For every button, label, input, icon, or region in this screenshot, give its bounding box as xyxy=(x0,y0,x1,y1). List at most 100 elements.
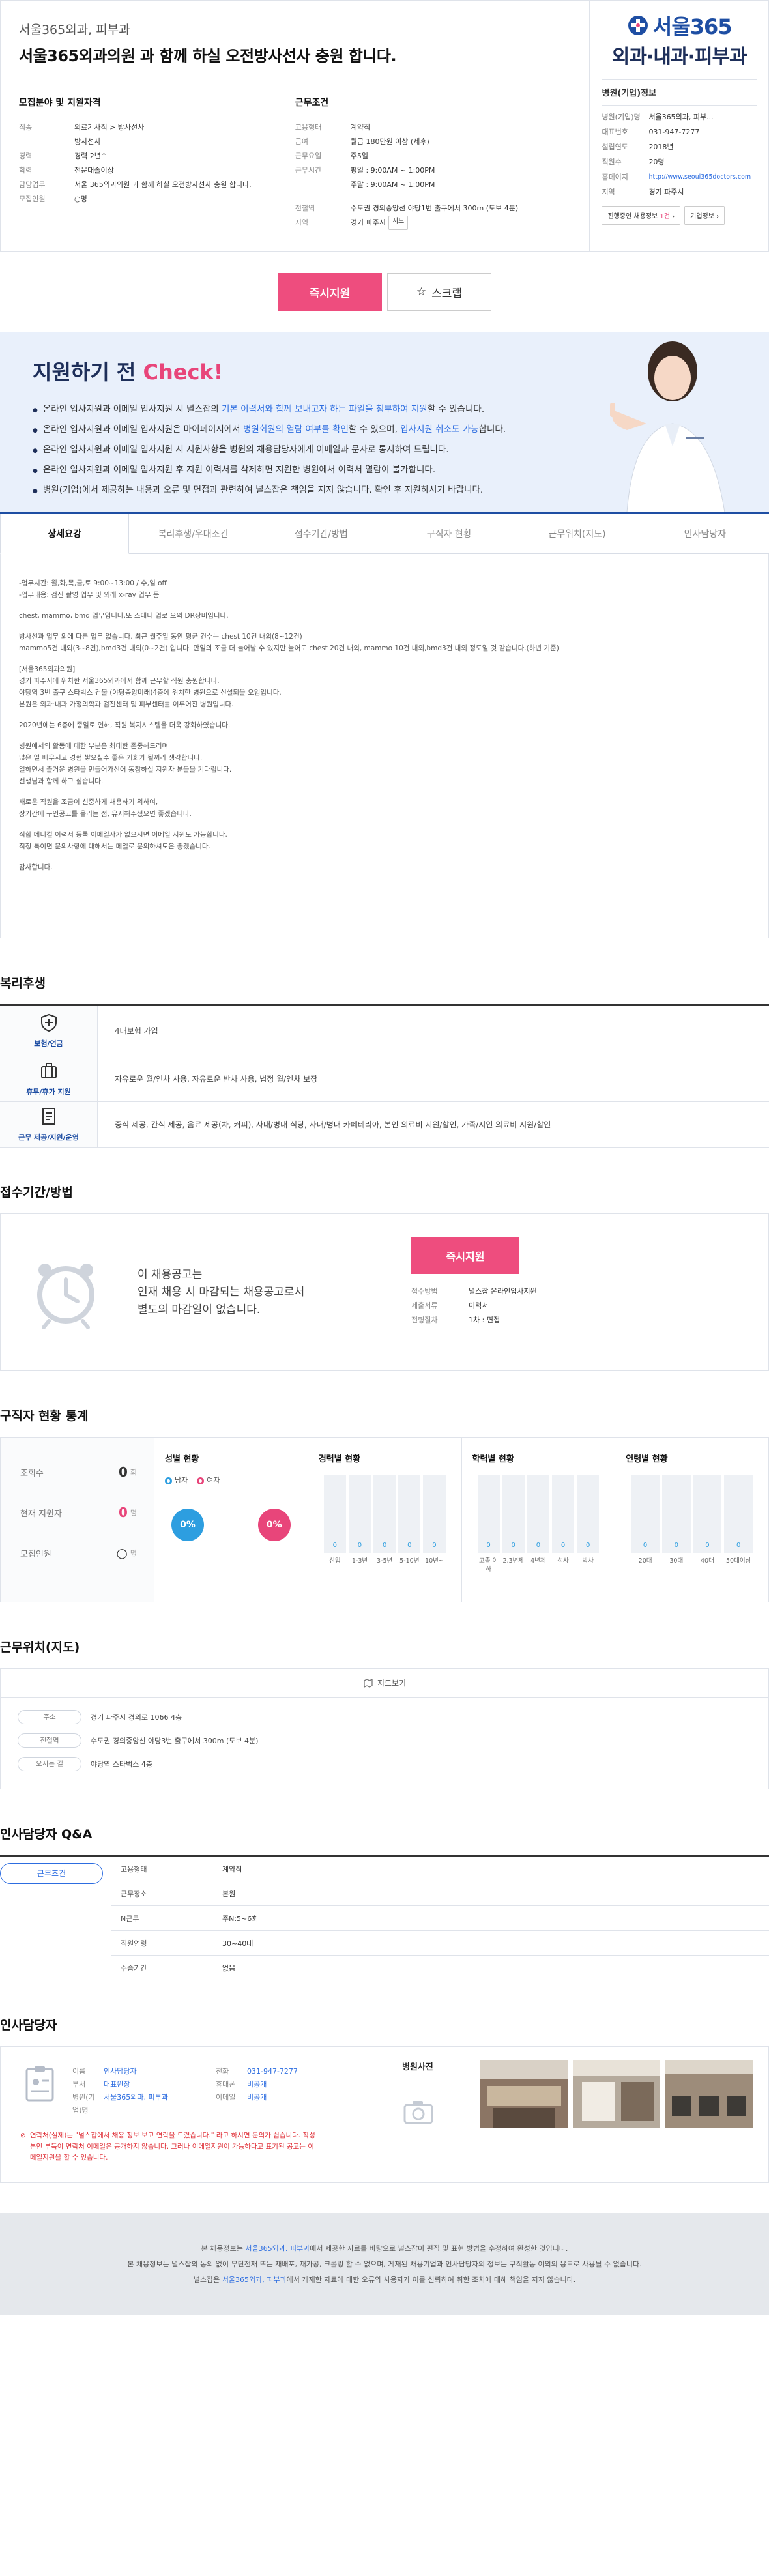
applicant-stats: 조회수 0 회 현재 지원자 0 명 모집인원 ○ 명 성별 현황 남자 여자 0% 0% 경력… xyxy=(0,1437,769,1602)
bar-group: 0 xyxy=(551,1475,575,1553)
bar: 0 xyxy=(527,1475,549,1553)
star-icon: ☆ xyxy=(416,285,427,298)
company-info-button[interactable]: 기업정보 › xyxy=(684,206,725,225)
check-item: 온라인 입사지원과 이메일 입사지원은 마이페이지에서 병원회원의 열람 여부를… xyxy=(33,420,587,441)
map-view-button[interactable]: 지도보기 xyxy=(1,1669,768,1698)
qa-row: 근무장소 본원 xyxy=(111,1881,769,1906)
ongoing-jobs-button[interactable]: 진행중인 채용정보 1건 › xyxy=(602,206,681,225)
male-legend: 남자 xyxy=(165,1475,188,1485)
check-item: 온라인 입사지원과 이메일 입사지원 시 지원사항을 병원의 채용담당자에게 이… xyxy=(33,441,587,461)
location-row: 전철역 수도권 경의중앙선 야당3번 출구에서 300m (도보 4분) xyxy=(1,1729,768,1752)
detail-line: [서울365외과의원] xyxy=(19,665,76,673)
contact-row: 부서 대표원장 xyxy=(72,2078,216,2091)
detail-line: 장기간에 구인공고를 올리는 점, 유지해주셨으면 좋겠습니다. xyxy=(19,810,192,818)
check-banner: 지원하기 전 Check! 온라인 입사지원과 이메일 입사지원 시 널스잡의 … xyxy=(0,332,769,512)
work-row: 근무요일 주5일 xyxy=(295,149,572,164)
qa-row: 직원연령 30~40대 xyxy=(111,1931,769,1956)
qa-section: 근무조건 고용형태 계약직 근무장소 본원 N근무 주N:5~6회 직원연령 30~40대 수습… xyxy=(0,1855,769,1980)
contact-row: 휴대폰 비공개 xyxy=(216,2078,359,2091)
row-label: 병원(기업)명 xyxy=(72,2093,95,2115)
map-button[interactable]: 지도 xyxy=(388,216,409,230)
qa-title: 인사담당자 Q&A xyxy=(0,1827,93,1842)
row-label: 직종 xyxy=(19,123,33,132)
contact-box: 이름 인사담당자 부서 대표원장 병원(기업)명 서울365외과, 피부과 전화 031-9… xyxy=(0,2046,769,2183)
bar-value: 0 xyxy=(560,1542,566,1549)
check-title: 지원하기 전 Check! xyxy=(33,360,224,384)
company-logo: 서울365 외과·내과·피부과 xyxy=(602,11,757,68)
contact-card-icon xyxy=(25,2066,54,2102)
hospital-photo[interactable] xyxy=(573,2060,660,2128)
hospital-photo[interactable] xyxy=(665,2060,753,2128)
bar: 0 xyxy=(323,1475,346,1553)
bar-group: 0 xyxy=(423,1475,446,1553)
apply-method-title: 접수기간/방법 xyxy=(0,1185,73,1200)
warning-icon: ⊘ xyxy=(20,2132,26,2139)
nurse-illustration xyxy=(610,341,725,512)
hospital-photo[interactable] xyxy=(480,2060,568,2128)
bar: 0 xyxy=(398,1475,421,1553)
location-tag: 전철역 xyxy=(18,1733,81,1748)
row-value: 방사선사 xyxy=(74,137,101,146)
apply-method-row: 접수방법 널스잡 온라인입사지원 xyxy=(411,1284,768,1299)
bar-label: 30대 xyxy=(669,1557,684,1565)
footer: 본 채용정보는 서울365외과, 피부과에서 제공한 자료를 바탕으로 널스잡이… xyxy=(0,2213,769,2315)
work-row: 주말 : 9:00AM ~ 1:00PM xyxy=(295,178,572,192)
row-label: 전철역 xyxy=(295,204,315,212)
job-posting-page: 서울365외과, 피부과 서울365외과의원 과 함께 하실 오전방사선사 충원… xyxy=(0,0,769,2341)
check-item: 온라인 입사지원과 이메일 입사지원 후 지원 이력서를 삭제하면 지원한 병원… xyxy=(33,461,587,481)
bar-value: 0 xyxy=(674,1542,678,1549)
bar-label: 고졸 이하 xyxy=(478,1557,499,1573)
row-value: 비공개 xyxy=(247,2080,267,2089)
scrap-button[interactable]: ☆ 스크랩 xyxy=(387,273,491,311)
detail-line: 경기 파주시에 위치한 서울365외과에서 함께 근무할 직원 충원합니다. xyxy=(19,677,220,685)
recruit-row: 학력 전문대졸이상 xyxy=(19,164,295,178)
recruit-heading: 모집분야 및 지원자격 xyxy=(19,98,101,108)
recruit-row: 담당업무 서울 365외과의원 과 함께 하실 오전방사선사 충원 합니다. xyxy=(19,178,295,192)
tab-3[interactable]: 구직자 현황 xyxy=(385,514,513,553)
company-info-row: 설립연도 2018년 xyxy=(602,139,757,154)
row-label: N근무 xyxy=(121,1914,139,1923)
contact-row: 이름 인사담당자 xyxy=(72,2065,216,2078)
qa-tab-conditions[interactable]: 근무조건 xyxy=(0,1863,103,1884)
tab-4[interactable]: 근무위치(지도) xyxy=(513,514,641,553)
homepage-link[interactable]: http://www.seoul365doctors.com xyxy=(648,169,751,184)
apply-button[interactable]: 즉시지원 xyxy=(278,273,382,311)
logo-text-top: 서울365 xyxy=(652,14,733,39)
welfare-row: 근무 제공/지원/운영 중식 제공, 간식 제공, 음료 제공(차, 커피), 사… xyxy=(0,1102,769,1148)
location-value: 경기 파주시 경의로 1066 4층 xyxy=(91,1713,182,1722)
bar-group: 0 xyxy=(323,1475,346,1553)
bar: 0 xyxy=(724,1475,753,1553)
row-value: 대표원장 xyxy=(104,2080,130,2089)
welfare-label: 휴무/휴가 지원 xyxy=(0,1056,98,1101)
row-label xyxy=(295,178,351,192)
stat-number: 0 xyxy=(118,1505,128,1520)
location-box: 지도보기 주소 경기 파주시 경의로 1066 4층 전철역 수도권 경의중앙선 야당… xyxy=(0,1668,769,1789)
tab-0[interactable]: 상세요강 xyxy=(0,514,130,554)
bar-label: 5-10년 xyxy=(399,1557,420,1565)
row-value: 30~40대 xyxy=(222,1939,254,1948)
tab-5[interactable]: 인사담당자 xyxy=(641,514,769,553)
row-label: 설립연도 xyxy=(602,143,628,151)
row-value: 평일 : 9:00AM ~ 1:00PM xyxy=(350,166,435,175)
company-path[interactable]: 서울365외과, 피부과 xyxy=(19,20,571,38)
detail-line: -업무내용: 검진 촬영 업무 및 외래 x-ray 업무 등 xyxy=(19,591,160,599)
company-info-row: 홈페이지 http://www.seoul365doctors.com xyxy=(602,169,757,184)
tab-1[interactable]: 복리후생/우대조건 xyxy=(129,514,257,553)
welfare-label: 보험/연금 xyxy=(0,1006,98,1056)
suitcase-icon xyxy=(39,1061,59,1082)
bar-group: 0 xyxy=(398,1475,421,1553)
bar: 0 xyxy=(661,1475,691,1553)
bar-label: 4년제 xyxy=(530,1557,546,1565)
bar-value: 0 xyxy=(407,1542,412,1549)
check-item: 온라인 입사지원과 이메일 입사지원 시 널스잡의 기본 이력서와 함께 보내고… xyxy=(33,400,587,420)
tab-2[interactable]: 접수기간/방법 xyxy=(257,514,385,553)
bar-group: 0 xyxy=(477,1475,500,1553)
bar-group: 0 xyxy=(348,1475,371,1553)
row-label: 부서 xyxy=(72,2080,86,2089)
apply-now-button[interactable]: 즉시지원 xyxy=(411,1237,519,1274)
welfare-value: 중식 제공, 간식 제공, 음료 제공(차, 커피), 사내/병내 식당, 사내… xyxy=(115,1120,551,1129)
row-value: 서울365외과, 피부과 xyxy=(104,2093,168,2102)
apply-method-row: 제출서류 이력서 xyxy=(411,1299,768,1313)
detail-line: 감사합니다. xyxy=(19,863,53,871)
location-value: 야당역 스타벅스 4층 xyxy=(91,1760,152,1769)
